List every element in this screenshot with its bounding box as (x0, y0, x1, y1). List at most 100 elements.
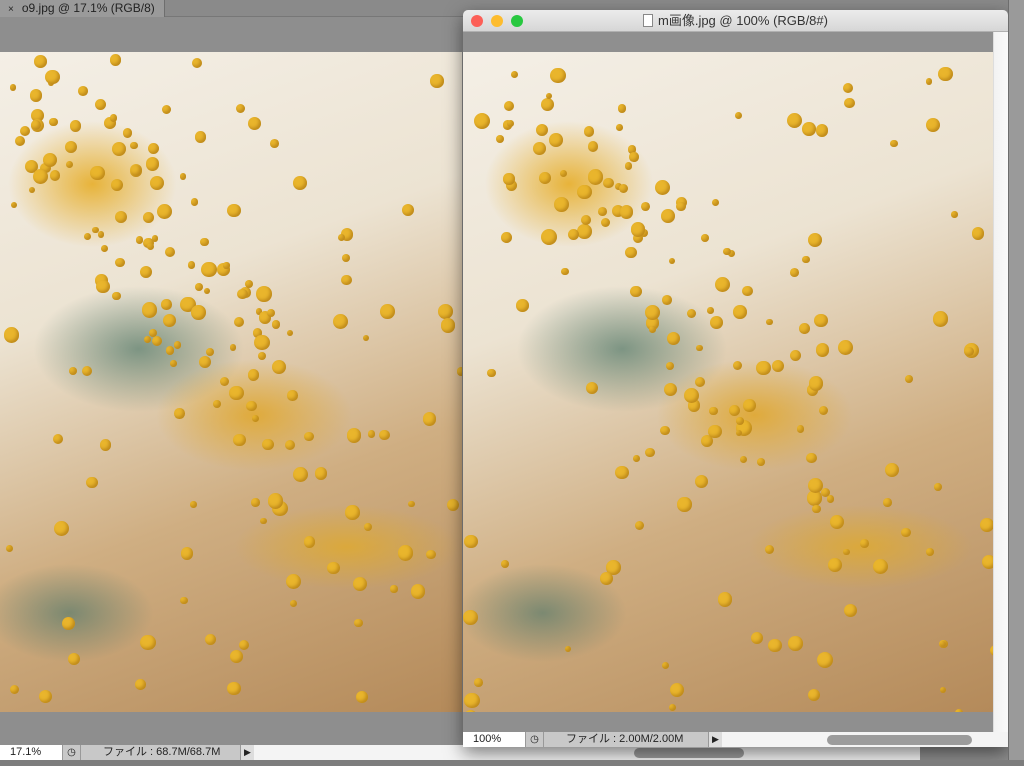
flower-dot (142, 212, 154, 223)
flower-dot (789, 350, 801, 362)
flower-dot (151, 335, 163, 347)
zoom-level-field[interactable]: 17.1% (0, 745, 62, 760)
flower-dot (81, 365, 93, 377)
flower-dot (764, 544, 774, 554)
vertical-scrollbar[interactable] (993, 32, 1008, 732)
flower-dot (430, 74, 444, 88)
flower-dot (130, 141, 139, 150)
close-window-button[interactable] (471, 15, 483, 27)
scroll-thumb[interactable] (634, 748, 744, 758)
flower-dot (830, 514, 845, 529)
flower-dot (64, 140, 78, 154)
tab-o9[interactable]: × o9.jpg @ 17.1% (RGB/8) (0, 0, 165, 17)
status-clock-icon[interactable]: ◷ (525, 732, 543, 747)
flower-dot (814, 313, 829, 328)
flower-dot (99, 439, 112, 451)
flower-dot (446, 498, 460, 512)
flower-dot (191, 57, 203, 69)
tab-title: o9.jpg @ 17.1% (RGB/8) (21, 1, 155, 15)
flower-dot (694, 475, 708, 489)
left-document-canvas[interactable] (0, 52, 462, 712)
scroll-thumb[interactable] (827, 735, 972, 745)
flower-dot (94, 98, 107, 111)
flower-dot (619, 204, 634, 219)
flower-dot (354, 618, 363, 628)
flower-dot (367, 430, 376, 438)
close-tab-icon[interactable]: × (8, 4, 14, 15)
status-menu-arrow-icon[interactable]: ▶ (240, 745, 254, 760)
flower-dot (286, 573, 302, 589)
horizontal-scrollbar[interactable] (254, 745, 920, 760)
flower-dot (327, 561, 340, 574)
flower-dot (139, 265, 153, 279)
flower-dot (815, 124, 829, 137)
flower-dot (356, 690, 368, 703)
flower-dot (49, 117, 58, 126)
flower-dot (732, 360, 743, 371)
flower-dot (173, 341, 182, 350)
flower-dot (456, 367, 462, 377)
flower-dot (860, 539, 869, 548)
flower-dot (69, 120, 82, 132)
flower-dot (901, 527, 911, 537)
flower-dot (516, 299, 529, 312)
flower-dot (271, 359, 286, 374)
flower-dot (148, 328, 157, 338)
horizontal-scrollbar[interactable] (722, 732, 1008, 747)
flower-dot (170, 360, 177, 367)
flower-dot (187, 261, 196, 269)
flower-dot (701, 234, 709, 243)
flower-dot (696, 344, 703, 352)
flower-dot (34, 55, 47, 68)
flower-dot (101, 245, 109, 253)
flower-dot (314, 467, 327, 480)
flower-dot (632, 455, 640, 462)
right-status-bar: 100% ◷ ファイル : 2.00M/2.00M ▶ (463, 732, 1008, 747)
flower-dot (156, 203, 172, 219)
bottom-strip (0, 760, 1024, 766)
flower-dot (408, 500, 415, 508)
flower-dot (252, 414, 260, 423)
flower-dot (286, 329, 293, 337)
flower-dot (600, 218, 610, 228)
flower-dot (971, 227, 985, 240)
flower-dot (151, 235, 159, 242)
zoom-window-button[interactable] (511, 15, 523, 27)
flower-dot (149, 175, 164, 190)
flower-dot (205, 347, 215, 357)
flower-dot (629, 152, 639, 162)
status-clock-icon[interactable]: ◷ (62, 745, 80, 760)
status-menu-arrow-icon[interactable]: ▶ (708, 732, 722, 747)
window-titlebar[interactable]: m画像.jpg @ 100% (RGB/8#) (463, 10, 1008, 32)
flower-dot (191, 198, 199, 206)
flower-dot (511, 70, 519, 78)
flower-dot (174, 408, 185, 419)
flower-dot (786, 112, 802, 129)
minimize-window-button[interactable] (491, 15, 503, 27)
flower-dot (304, 431, 314, 442)
flower-dot (538, 171, 551, 184)
flower-dot (290, 600, 298, 608)
flower-dot (260, 517, 267, 525)
flower-dot (712, 198, 720, 206)
right-document-canvas[interactable] (463, 52, 993, 712)
flower-dot (677, 497, 692, 512)
zoom-level-field[interactable]: 100% (463, 732, 525, 747)
flower-dot (199, 355, 212, 369)
file-info: ファイル : 2.00M/2.00M (543, 732, 708, 747)
flower-dot (739, 455, 747, 463)
flower-dot (464, 534, 478, 549)
flower-dot (287, 390, 298, 401)
flower-dot (577, 184, 592, 200)
flower-dot (815, 343, 830, 358)
flower-dot (933, 483, 942, 492)
flower-dot (687, 308, 697, 319)
flower-dot (166, 346, 175, 355)
flower-dot (341, 274, 352, 286)
flower-dot (630, 222, 645, 237)
flower-dot (842, 83, 853, 94)
flower-dot (463, 709, 477, 712)
flower-dot (401, 203, 415, 217)
flower-dot (271, 320, 281, 329)
flower-dot (212, 400, 221, 409)
